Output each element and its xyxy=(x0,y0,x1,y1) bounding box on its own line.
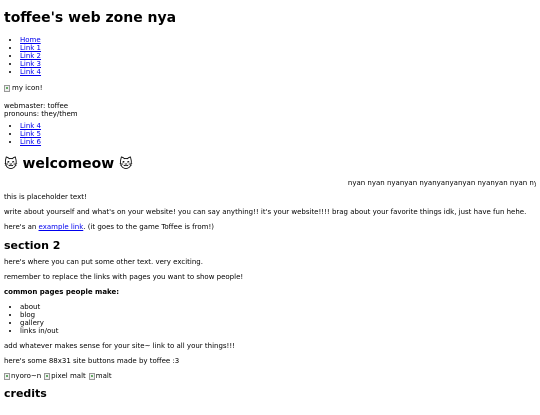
section-2-text: here's where you can put some other text… xyxy=(4,258,203,266)
nav2-link-5[interactable]: Link 5 xyxy=(20,130,41,138)
common-pages-list: about blog gallery links in/out xyxy=(4,303,536,335)
example-link-prefix: here's an xyxy=(4,223,39,231)
nav-link-1[interactable]: Link 1 xyxy=(20,44,41,52)
section-2-title: section 2 xyxy=(4,239,61,252)
site-icon: my icon! xyxy=(4,84,43,93)
nav-item-link-1: Link 1 xyxy=(20,44,536,52)
example-link[interactable]: example link xyxy=(39,223,84,231)
site-button-pixel-malt[interactable]: pixel malt xyxy=(44,372,86,381)
broken-image-icon xyxy=(88,373,95,380)
nav-link-home[interactable]: Home xyxy=(20,36,41,44)
credits-title: credits xyxy=(4,387,47,400)
nav-link-4[interactable]: Link 4 xyxy=(20,68,41,76)
nav2-link-6[interactable]: Link 6 xyxy=(20,138,41,146)
marquee-text: nyan nyan nyanyan nyanyanyanyan nyanyan … xyxy=(347,179,536,187)
list-item: gallery xyxy=(20,319,536,327)
welcome-heading: 🐱 welcomeow 🐱 xyxy=(4,156,536,173)
site-button-nyoron[interactable]: nyoro~n xyxy=(4,372,41,381)
nyan-marquee: nyan nyan nyanyan nyanyanyanyan nyanyan … xyxy=(4,179,536,187)
broken-image-icon xyxy=(44,373,51,380)
site-button-malt-alt: malt xyxy=(95,372,112,380)
common-pages-title: common pages people make: xyxy=(4,288,120,296)
intro-description: write about yourself and what's on your … xyxy=(4,208,527,216)
cat-emoji-left: 🐱 xyxy=(4,157,18,172)
nav-link-2[interactable]: Link 2 xyxy=(20,52,41,60)
nav2-item-link-4: Link 4 xyxy=(20,122,536,130)
site-button-malt[interactable]: malt xyxy=(88,372,112,381)
nav2-item-link-6: Link 6 xyxy=(20,138,536,146)
list-item: about xyxy=(20,303,536,311)
nav-link-3[interactable]: Link 3 xyxy=(20,60,41,68)
page: toffee's web zone nya Home Link 1 Link 2… xyxy=(0,10,540,400)
section-2-buttons-text: here's some 88x31 site buttons made by t… xyxy=(4,357,180,365)
intro-example-link-line: here's an example link. (it goes to the … xyxy=(4,223,536,231)
site-button-pixel-malt-alt: pixel malt xyxy=(51,372,86,380)
nav-item-link-4: Link 4 xyxy=(20,68,536,76)
site-title: toffee's web zone nya xyxy=(4,10,177,26)
section-2-reminder: remember to replace the links with pages… xyxy=(4,273,244,281)
webmaster-name: webmaster: toffee xyxy=(4,102,69,110)
site-buttons: nyoro~n pixel malt malt xyxy=(4,372,536,381)
webmaster-pronouns: pronouns: they/them xyxy=(4,110,78,118)
section-2-add-text: add whatever makes sense for your site~ … xyxy=(4,342,235,350)
secondary-nav: Link 4 Link 5 Link 6 xyxy=(4,122,536,146)
site-icon-alt: my icon! xyxy=(12,84,43,92)
intro-placeholder: this is placeholder text! xyxy=(4,193,87,201)
list-item: links in/out xyxy=(20,327,536,335)
webmaster-info: webmaster: toffee pronouns: they/them xyxy=(4,102,536,118)
nav2-item-link-5: Link 5 xyxy=(20,130,536,138)
nav-item-home: Home xyxy=(20,36,536,44)
broken-image-icon xyxy=(4,85,10,92)
example-link-suffix: . (it goes to the game Toffee is from!) xyxy=(83,223,214,231)
nav2-link-4[interactable]: Link 4 xyxy=(20,122,41,130)
list-item: blog xyxy=(20,311,536,319)
cat-emoji-right: 🐱 xyxy=(119,157,133,172)
broken-image-icon xyxy=(4,373,10,380)
primary-nav: Home Link 1 Link 2 Link 3 Link 4 xyxy=(4,36,536,76)
nav-item-link-2: Link 2 xyxy=(20,52,536,60)
nav-item-link-3: Link 3 xyxy=(20,60,536,68)
welcome-title: welcomeow xyxy=(22,156,115,172)
site-button-nyoron-alt: nyoro~n xyxy=(11,372,42,380)
